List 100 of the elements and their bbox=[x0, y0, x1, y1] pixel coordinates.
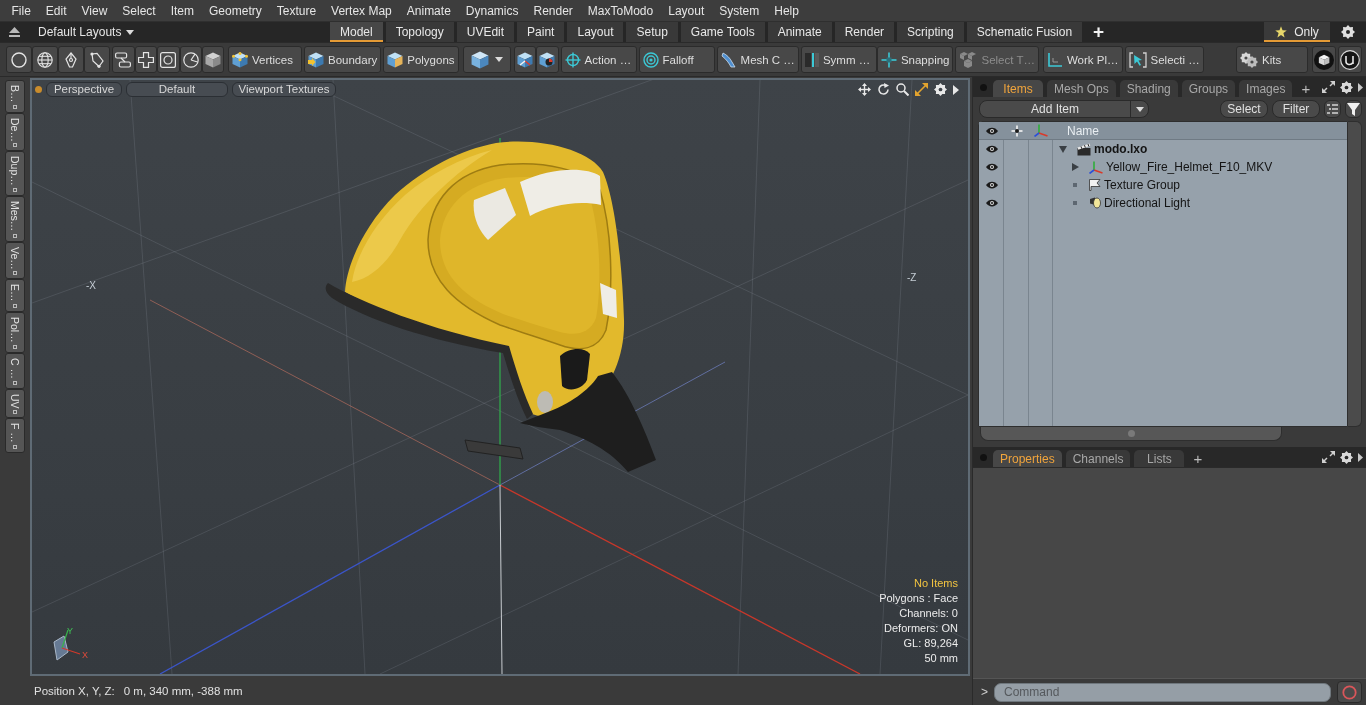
menu-item[interactable]: Vertex Map bbox=[323, 0, 400, 21]
cube-dropdown-button[interactable] bbox=[462, 46, 511, 73]
side-tab[interactable]: Ve… bbox=[5, 241, 25, 280]
selection-mode-button[interactable]: Polygons bbox=[383, 46, 459, 73]
add-item-dropdown[interactable]: Add Item bbox=[979, 100, 1149, 118]
viewport-settings-button[interactable] bbox=[934, 83, 947, 96]
tool-button[interactable] bbox=[179, 46, 202, 73]
panel-tab[interactable]: Lists bbox=[1134, 450, 1185, 467]
panel-tab[interactable]: Images bbox=[1239, 80, 1293, 97]
symmetry-bar-icon bbox=[804, 51, 819, 68]
add-tab-button[interactable]: + bbox=[1188, 450, 1208, 467]
panel-button[interactable]: Select bbox=[1220, 100, 1268, 118]
layout-tab[interactable]: Animate bbox=[767, 22, 832, 42]
menu-item[interactable]: Edit bbox=[38, 0, 75, 21]
layout-tab[interactable]: Model bbox=[330, 22, 383, 42]
tool-button[interactable] bbox=[157, 46, 180, 73]
layout-tab[interactable]: Layout bbox=[567, 22, 624, 42]
tool-button[interactable]: Mesh C … bbox=[716, 46, 799, 73]
tool-button[interactable]: Work Pl… bbox=[1042, 46, 1123, 73]
viewport-button[interactable]: Default bbox=[126, 82, 228, 97]
kits-button[interactable]: Kits bbox=[1236, 46, 1308, 73]
tree-item-label[interactable]: Yellow_Fire_Helmet_F10_MKV bbox=[1106, 160, 1273, 174]
viewport-menu-button[interactable] bbox=[953, 84, 959, 95]
tool-button[interactable]: Falloff bbox=[638, 46, 715, 73]
menu-item[interactable]: MaxToModo bbox=[580, 0, 661, 21]
menu-item[interactable]: Animate bbox=[399, 0, 459, 21]
tree-item-label[interactable]: Texture Group bbox=[1104, 178, 1181, 192]
side-tab[interactable]: C … bbox=[5, 352, 25, 389]
side-tab[interactable]: Dup… bbox=[5, 151, 25, 197]
layout-tab[interactable]: Scripting bbox=[897, 22, 964, 42]
viewport-button[interactable]: Viewport Textures bbox=[232, 82, 336, 97]
side-tab[interactable]: De… bbox=[5, 112, 25, 152]
tree-item-label[interactable]: modo.lxo bbox=[1094, 142, 1148, 156]
tool-button[interactable] bbox=[536, 46, 559, 73]
menu-item[interactable]: Help bbox=[766, 0, 807, 21]
list-options-button[interactable] bbox=[1324, 100, 1341, 118]
tool-button[interactable] bbox=[1338, 46, 1362, 73]
tool-button[interactable]: Selecti … bbox=[1124, 46, 1204, 73]
layout-tab[interactable]: Setup bbox=[626, 22, 678, 42]
tool-button[interactable] bbox=[84, 46, 110, 73]
tool-button[interactable] bbox=[1312, 46, 1336, 73]
side-tab[interactable]: Mes… bbox=[5, 196, 25, 242]
tool-button[interactable]: Symm … bbox=[800, 46, 877, 73]
menu-item[interactable]: View bbox=[74, 0, 115, 21]
panel-button[interactable]: Filter bbox=[1272, 100, 1320, 118]
tool-button[interactable] bbox=[202, 46, 224, 73]
vertical-scrollbar[interactable] bbox=[1348, 121, 1362, 427]
menu-item[interactable]: Render bbox=[526, 0, 581, 21]
layout-tab[interactable]: Topology bbox=[385, 22, 454, 42]
tool-button[interactable] bbox=[6, 46, 32, 73]
tree-item-label[interactable]: Directional Light bbox=[1104, 196, 1191, 210]
add-tab-button[interactable]: + bbox=[1296, 80, 1316, 97]
menu-item[interactable]: Layout bbox=[660, 0, 712, 21]
add-tab-button[interactable]: + bbox=[1085, 22, 1113, 42]
favorites-tab[interactable]: Only bbox=[1264, 22, 1330, 42]
panel-tab[interactable]: Properties bbox=[993, 450, 1062, 467]
horizontal-scrollbar[interactable] bbox=[980, 427, 1282, 441]
panel-tab[interactable]: Items bbox=[993, 80, 1043, 97]
panel-tab[interactable]: Mesh Ops bbox=[1047, 80, 1116, 97]
panel-tab[interactable]: Groups bbox=[1181, 80, 1236, 97]
menu-item[interactable]: Dynamics bbox=[458, 0, 526, 21]
layout-tab[interactable]: Game Tools bbox=[680, 22, 765, 42]
tool-button[interactable] bbox=[513, 46, 537, 73]
side-tab[interactable]: B… bbox=[5, 80, 25, 113]
record-button[interactable] bbox=[1337, 681, 1362, 703]
side-tab[interactable]: E… bbox=[5, 279, 25, 312]
command-field[interactable]: Command bbox=[994, 682, 1331, 702]
popout-square-icon bbox=[13, 233, 17, 238]
side-tab[interactable]: Pol… bbox=[5, 311, 25, 353]
menu-item[interactable]: File bbox=[4, 0, 39, 21]
menu-item[interactable]: Select bbox=[114, 0, 164, 21]
menu-item[interactable]: Texture bbox=[269, 0, 324, 21]
selection-mode-button[interactable]: Vertices bbox=[228, 46, 302, 73]
layout-tab[interactable]: Render bbox=[834, 22, 895, 42]
tool-button[interactable]: Snapping bbox=[876, 46, 954, 73]
side-tab[interactable]: UV bbox=[5, 388, 25, 419]
viewport-button[interactable]: Perspective bbox=[46, 82, 122, 97]
move-view-button[interactable] bbox=[858, 83, 871, 96]
tool-button[interactable] bbox=[112, 46, 135, 73]
rotate-view-button[interactable] bbox=[877, 83, 890, 96]
filter-button[interactable] bbox=[1345, 100, 1362, 118]
zoom-view-button[interactable] bbox=[896, 83, 909, 96]
tool-button[interactable] bbox=[32, 46, 58, 73]
menu-item[interactable]: System bbox=[711, 0, 767, 21]
pen-icon bbox=[65, 51, 77, 68]
menu-item[interactable]: Geometry bbox=[201, 0, 270, 21]
layout-tab[interactable]: UVEdit bbox=[456, 22, 515, 42]
tool-button[interactable] bbox=[134, 46, 157, 73]
panel-tab[interactable]: Shading bbox=[1119, 80, 1178, 97]
maximize-button[interactable] bbox=[915, 83, 928, 96]
tool-button[interactable] bbox=[58, 46, 84, 73]
selection-mode-button[interactable]: Boundary bbox=[304, 46, 382, 73]
layouts-dropdown[interactable]: Default Layouts bbox=[38, 25, 135, 39]
layout-tab[interactable]: Paint bbox=[517, 22, 565, 42]
panel-tab[interactable]: Channels bbox=[1065, 450, 1131, 467]
side-tab[interactable]: F … bbox=[5, 418, 25, 453]
menu-arrow-icon bbox=[953, 84, 959, 95]
menu-item[interactable]: Item bbox=[163, 0, 202, 21]
tool-button[interactable]: Action … bbox=[560, 46, 637, 73]
layout-tab[interactable]: Schematic Fusion bbox=[966, 22, 1083, 42]
